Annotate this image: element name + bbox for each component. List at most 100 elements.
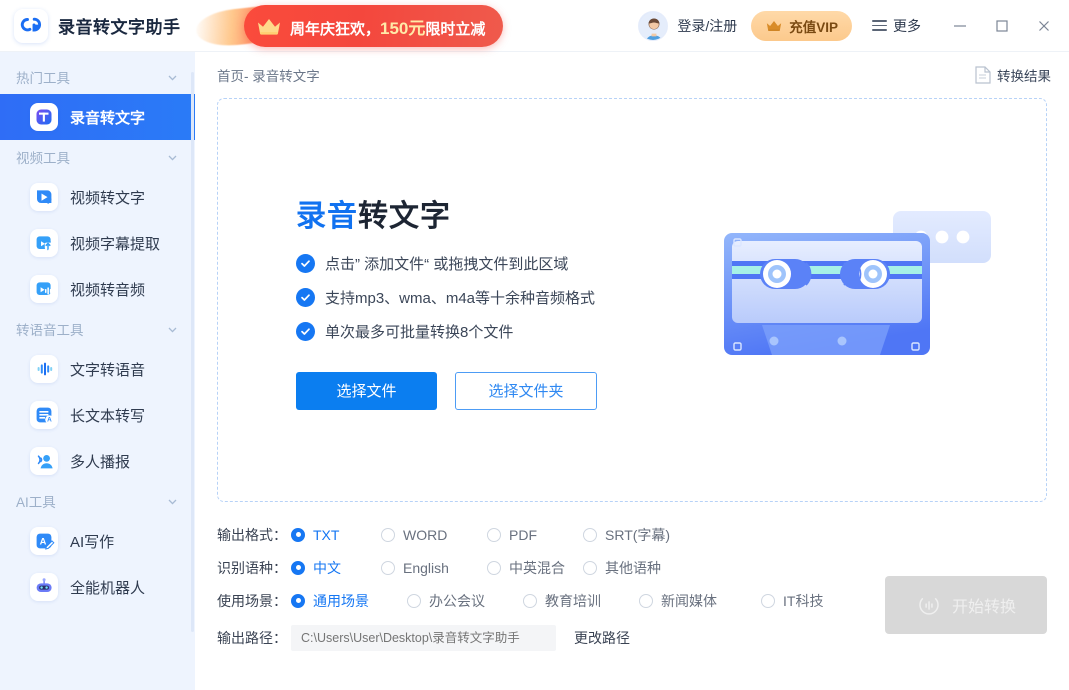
sidebar-group-label: 热门工具 bbox=[16, 71, 70, 86]
output-path-input[interactable] bbox=[291, 624, 556, 651]
list-item: 点击” 添加文件“ 或拖拽文件到此区域 bbox=[296, 253, 688, 274]
app-logo-icon bbox=[14, 8, 48, 43]
radio-label: 办公会议 bbox=[429, 592, 485, 609]
radio-output-format-txt[interactable]: TXT bbox=[291, 527, 373, 543]
select-file-button[interactable]: 选择文件 bbox=[296, 371, 437, 410]
radio-dot-icon bbox=[639, 593, 653, 608]
radio-dot-icon bbox=[291, 527, 305, 542]
sidebar-group-speech-tools[interactable]: 转语音工具 bbox=[0, 312, 195, 346]
radio-scene-it[interactable]: IT科技 bbox=[761, 591, 823, 611]
breadcrumb-bar: 首页- 录音转文字 转换结果 bbox=[195, 52, 1069, 98]
sidebar-item-label: 录音转文字 bbox=[70, 109, 146, 127]
sidebar-item-ai-writing[interactable]: A AI写作 bbox=[0, 518, 195, 564]
breadcrumb-current: 录音转文字 bbox=[252, 69, 320, 84]
select-folder-button[interactable]: 选择文件夹 bbox=[455, 371, 597, 410]
radio-dot-icon bbox=[291, 560, 305, 575]
account-button[interactable]: 登录/注册 bbox=[638, 10, 737, 41]
promo-banner[interactable]: 周年庆狂欢，150元限时立减 bbox=[194, 4, 526, 50]
breadcrumb-separator: - bbox=[244, 69, 253, 84]
sidebar: 热门工具 录音转文字 视频工具 视频转文字 视频字幕提取 视频转音频 转语音工具… bbox=[0, 52, 195, 690]
document-icon bbox=[975, 66, 991, 84]
radio-label: 其他语种 bbox=[605, 559, 661, 576]
svg-text:A: A bbox=[47, 417, 52, 424]
radio-language-chinese[interactable]: 中文 bbox=[291, 558, 373, 578]
radio-dot-icon bbox=[291, 593, 305, 608]
sidebar-group-hot-tools[interactable]: 热门工具 bbox=[0, 60, 195, 94]
radio-output-format-srt[interactable]: SRT(字幕) bbox=[583, 525, 670, 545]
change-path-button[interactable]: 更改路径 bbox=[574, 628, 630, 648]
video-to-text-icon bbox=[30, 183, 58, 211]
title-bar: 录音转文字助手 周年庆狂欢，150元限时立减 登录/注册 充值VIP 更多 bbox=[0, 0, 1069, 52]
radio-scene-education[interactable]: 教育培训 bbox=[523, 591, 631, 611]
sidebar-item-text-to-speech[interactable]: 文字转语音 bbox=[0, 346, 195, 392]
radio-scene-office[interactable]: 办公会议 bbox=[407, 591, 515, 611]
sidebar-item-video-subtitle-extract[interactable]: 视频字幕提取 bbox=[0, 220, 195, 266]
brand-name: 录音转文字助手 bbox=[58, 18, 181, 37]
list-item-label: 点击” 添加文件“ 或拖拽文件到此区域 bbox=[325, 255, 569, 273]
sidebar-group-ai-tools[interactable]: AI工具 bbox=[0, 484, 195, 518]
radio-label: TXT bbox=[313, 526, 340, 543]
breadcrumb: 首页- 录音转文字 bbox=[217, 65, 320, 85]
promo-text-after: 限时立减 bbox=[425, 20, 486, 38]
sidebar-item-label: 全能机器人 bbox=[70, 579, 146, 597]
radio-scene-news[interactable]: 新闻媒体 bbox=[639, 591, 753, 611]
vip-recharge-button[interactable]: 充值VIP bbox=[751, 10, 852, 41]
video-subtitle-extract-icon bbox=[30, 229, 58, 257]
radio-output-format-word[interactable]: WORD bbox=[381, 527, 479, 543]
sidebar-item-label: 文字转语音 bbox=[70, 361, 146, 379]
radio-scene-general[interactable]: 通用场景 bbox=[291, 591, 399, 611]
maximize-button[interactable] bbox=[981, 0, 1023, 52]
radio-label: SRT(字幕) bbox=[605, 526, 671, 543]
dropzone-title-dark: 转文字 bbox=[358, 199, 451, 233]
promo-pill[interactable]: 周年庆狂欢，150元限时立减 bbox=[244, 5, 504, 47]
list-item-label: 支持mp3、wma、m4a等十余种音频格式 bbox=[325, 289, 596, 307]
sidebar-item-robot[interactable]: 全能机器人 bbox=[0, 564, 195, 610]
sidebar-item-label: 视频转文字 bbox=[70, 189, 146, 207]
sidebar-scrollbar[interactable] bbox=[191, 72, 194, 632]
options-panel: 输出格式： TXT WORD PDF SRT(字幕) 识别语种： 中文 Engl… bbox=[195, 502, 1069, 690]
long-text-transcribe-icon: A bbox=[30, 401, 58, 429]
conversion-result-label: 转换结果 bbox=[997, 69, 1051, 84]
dropzone-buttons: 选择文件 选择文件夹 bbox=[296, 371, 688, 410]
sidebar-item-video-to-text[interactable]: 视频转文字 bbox=[0, 174, 195, 220]
radio-label: IT科技 bbox=[783, 592, 824, 609]
conversion-result-button[interactable]: 转换结果 bbox=[975, 65, 1051, 85]
option-label: 输出路径： bbox=[217, 629, 287, 646]
radio-label: WORD bbox=[403, 526, 448, 543]
sidebar-item-video-to-audio[interactable]: 视频转音频 bbox=[0, 266, 195, 312]
sidebar-item-audio-to-text[interactable]: 录音转文字 bbox=[0, 94, 195, 140]
radio-label: 中英混合 bbox=[509, 559, 565, 576]
start-convert-button[interactable]: 开始转换 bbox=[885, 576, 1047, 634]
radio-label: PDF bbox=[509, 526, 537, 543]
sidebar-item-label: 视频转音频 bbox=[70, 281, 146, 299]
check-icon bbox=[296, 253, 315, 273]
breadcrumb-home[interactable]: 首页 bbox=[217, 69, 244, 84]
file-dropzone[interactable]: 录音转文字 点击” 添加文件“ 或拖拽文件到此区域 支持mp3、wma、m4a等… bbox=[217, 98, 1047, 502]
crown-icon bbox=[767, 20, 782, 31]
close-icon bbox=[1039, 20, 1049, 31]
sidebar-item-long-text-transcribe[interactable]: A 长文本转写 bbox=[0, 392, 195, 438]
multi-speaker-icon bbox=[30, 447, 58, 475]
sidebar-group-video-tools[interactable]: 视频工具 bbox=[0, 140, 195, 174]
sidebar-item-multi-speaker[interactable]: 多人播报 bbox=[0, 438, 195, 484]
radio-label: English bbox=[403, 559, 449, 576]
radio-dot-icon bbox=[381, 560, 395, 575]
list-item: 单次最多可批量转换8个文件 bbox=[296, 321, 688, 342]
radio-dot-icon bbox=[487, 527, 501, 542]
radio-output-format-pdf[interactable]: PDF bbox=[487, 527, 575, 543]
cassette-tape-icon bbox=[718, 195, 998, 385]
minimize-button[interactable] bbox=[939, 0, 981, 52]
radio-label: 通用场景 bbox=[313, 592, 369, 609]
close-button[interactable] bbox=[1023, 0, 1065, 52]
sidebar-group-label: AI工具 bbox=[16, 495, 56, 510]
waveform-icon bbox=[919, 598, 939, 615]
option-label: 输出格式： bbox=[217, 526, 287, 543]
radio-language-mixed[interactable]: 中英混合 bbox=[487, 558, 575, 578]
user-avatar-icon bbox=[638, 10, 669, 41]
radio-language-other[interactable]: 其他语种 bbox=[583, 558, 661, 578]
sidebar-item-label: 多人播报 bbox=[70, 453, 131, 471]
radio-language-english[interactable]: English bbox=[381, 560, 479, 576]
sidebar-item-label: 视频字幕提取 bbox=[70, 235, 161, 253]
app-body: 热门工具 录音转文字 视频工具 视频转文字 视频字幕提取 视频转音频 转语音工具… bbox=[0, 52, 1069, 690]
more-menu-button[interactable]: 更多 bbox=[872, 16, 921, 36]
